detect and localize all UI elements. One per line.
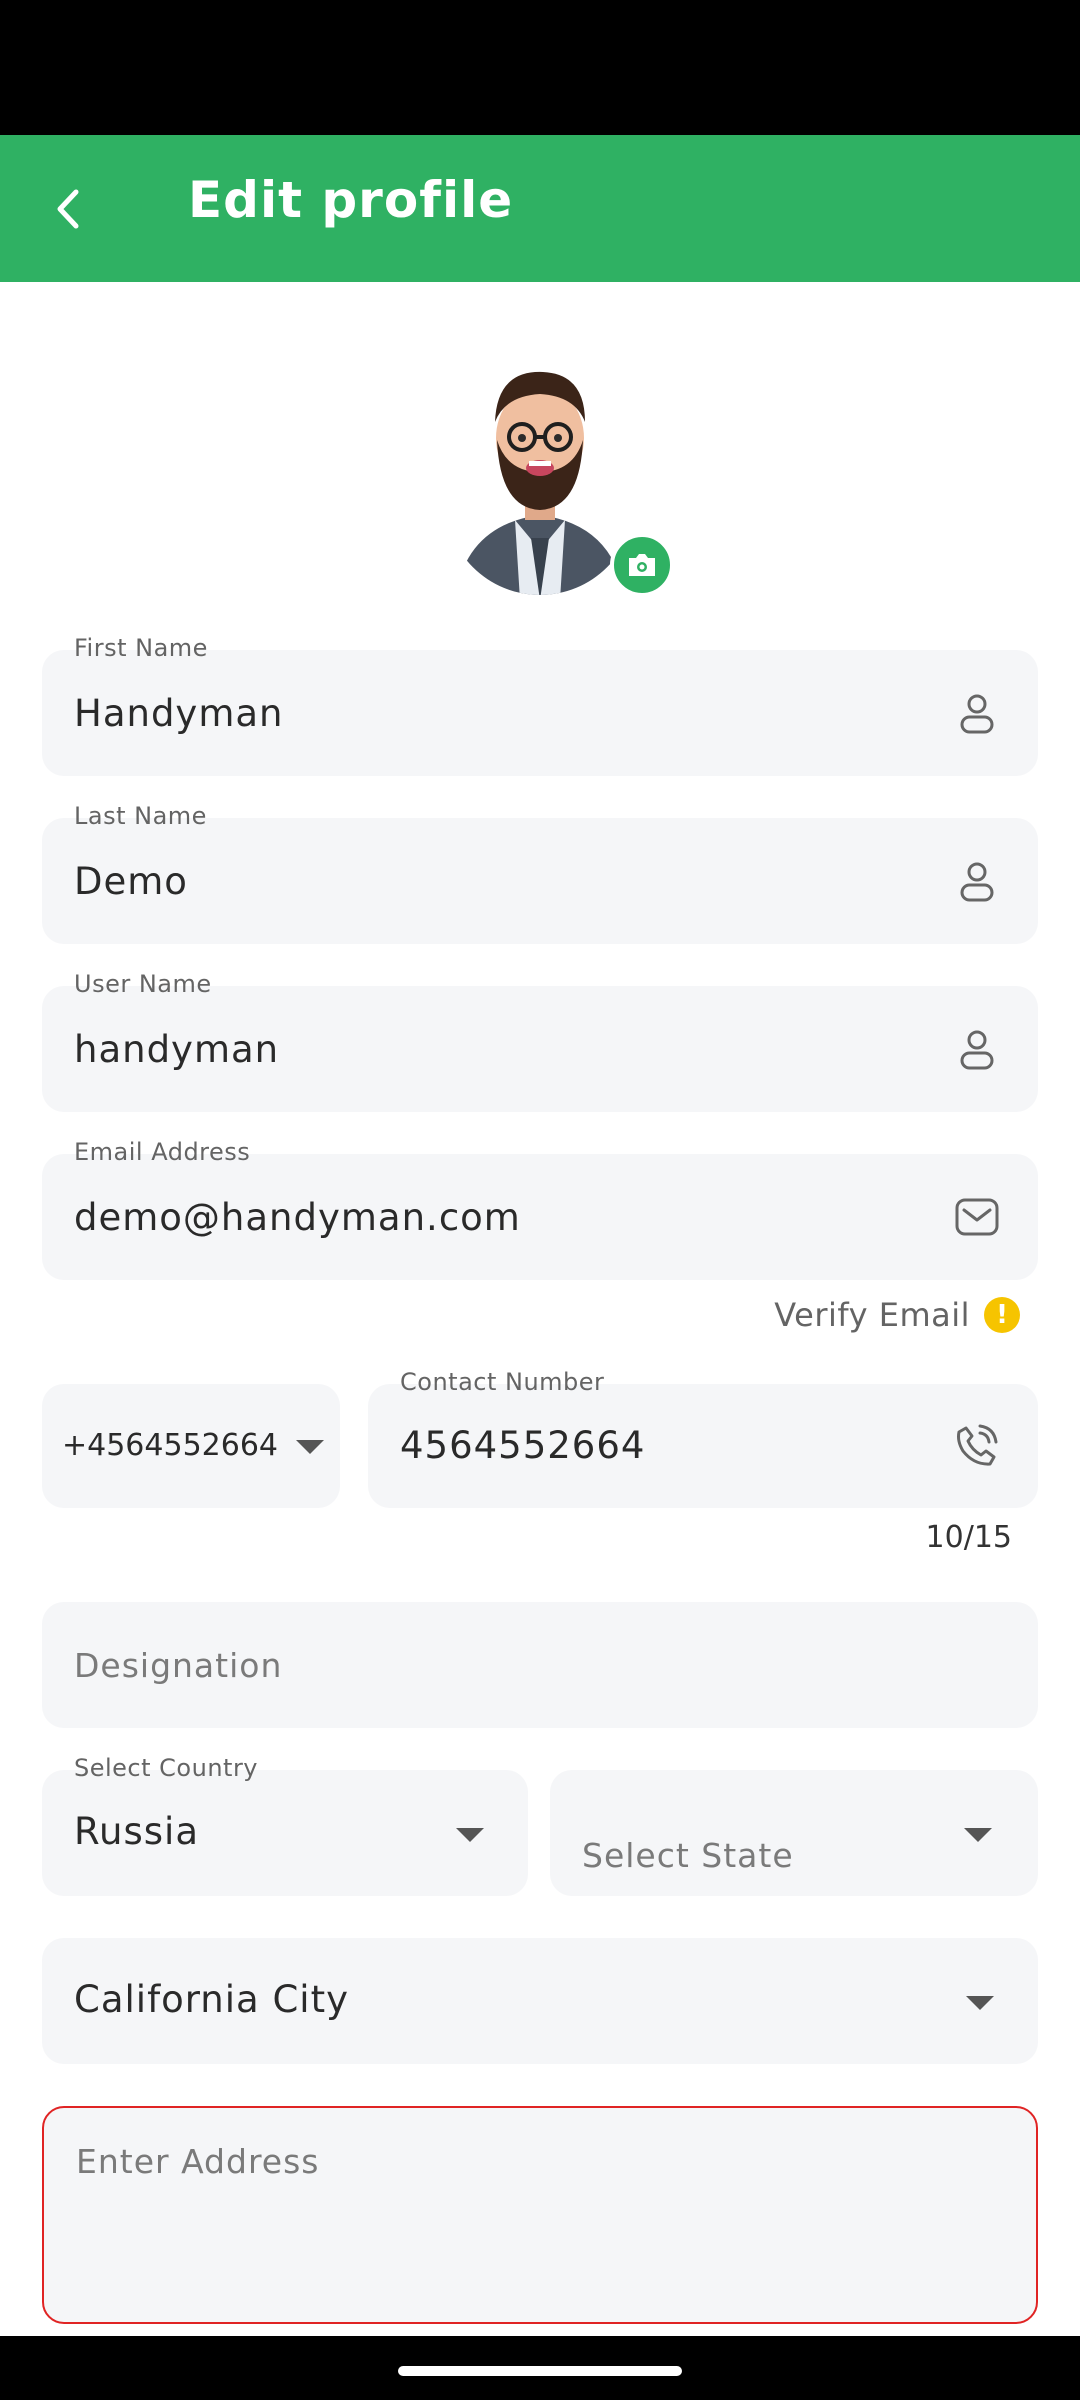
home-gesture-handle[interactable] xyxy=(398,2366,682,2376)
city-select[interactable]: California City xyxy=(42,1938,1038,2064)
chevron-left-icon xyxy=(57,189,79,229)
state-select[interactable]: Select State xyxy=(550,1770,1038,1896)
chevron-down-icon xyxy=(964,1828,992,1842)
state-placeholder: Select State xyxy=(582,1836,794,1875)
user-name-label: User Name xyxy=(74,970,212,998)
system-nav-bar xyxy=(0,2336,1080,2400)
chevron-down-icon xyxy=(456,1828,484,1842)
change-photo-button[interactable] xyxy=(610,533,674,597)
app-bar: Edit profile xyxy=(0,135,1080,282)
email-label: Email Address xyxy=(74,1138,251,1166)
last-name-value: Demo xyxy=(74,860,188,903)
country-code-value: +4564552664 xyxy=(62,1428,279,1463)
country-value: Russia xyxy=(74,1810,200,1853)
person-icon xyxy=(960,694,994,734)
status-bar xyxy=(0,0,1080,135)
verify-email-link[interactable]: Verify Email ! xyxy=(774,1296,1020,1334)
country-code-select[interactable]: +4564552664 xyxy=(42,1384,340,1508)
chevron-down-icon xyxy=(966,1996,994,2010)
designation-placeholder: Designation xyxy=(74,1646,283,1685)
country-label: Select Country xyxy=(74,1754,259,1782)
first-name-value: Handyman xyxy=(74,692,284,735)
page-title: Edit profile xyxy=(188,171,514,229)
back-button[interactable] xyxy=(38,179,98,239)
warning-icon: ! xyxy=(984,1297,1020,1333)
person-icon xyxy=(960,862,994,902)
last-name-field[interactable]: Demo xyxy=(42,818,1038,944)
address-placeholder: Enter Address xyxy=(76,2142,320,2181)
email-value: demo@handyman.com xyxy=(74,1196,521,1239)
last-name-label: Last Name xyxy=(74,802,207,830)
email-field[interactable]: demo@handyman.com xyxy=(42,1154,1038,1280)
person-icon xyxy=(960,1030,994,1070)
phone-icon xyxy=(957,1424,998,1466)
character-counter: 10/15 xyxy=(925,1520,1012,1555)
first-name-field[interactable]: Handyman xyxy=(42,650,1038,776)
verify-email-label: Verify Email xyxy=(774,1296,970,1334)
country-select[interactable]: Russia xyxy=(42,1770,528,1896)
contact-number-value: 4564552664 xyxy=(400,1424,646,1467)
user-name-value: handyman xyxy=(74,1028,280,1071)
chevron-down-icon xyxy=(296,1440,324,1454)
mail-icon xyxy=(955,1198,999,1236)
designation-field[interactable]: Designation xyxy=(42,1602,1038,1728)
avatar xyxy=(445,360,635,600)
user-name-field[interactable]: handyman xyxy=(42,986,1038,1112)
address-field[interactable]: Enter Address xyxy=(42,2106,1038,2324)
first-name-label: First Name xyxy=(74,634,208,662)
camera-icon xyxy=(629,554,655,576)
contact-number-field[interactable]: 4564552664 xyxy=(368,1384,1038,1508)
city-value: California City xyxy=(74,1978,349,2021)
contact-number-label: Contact Number xyxy=(400,1368,605,1396)
